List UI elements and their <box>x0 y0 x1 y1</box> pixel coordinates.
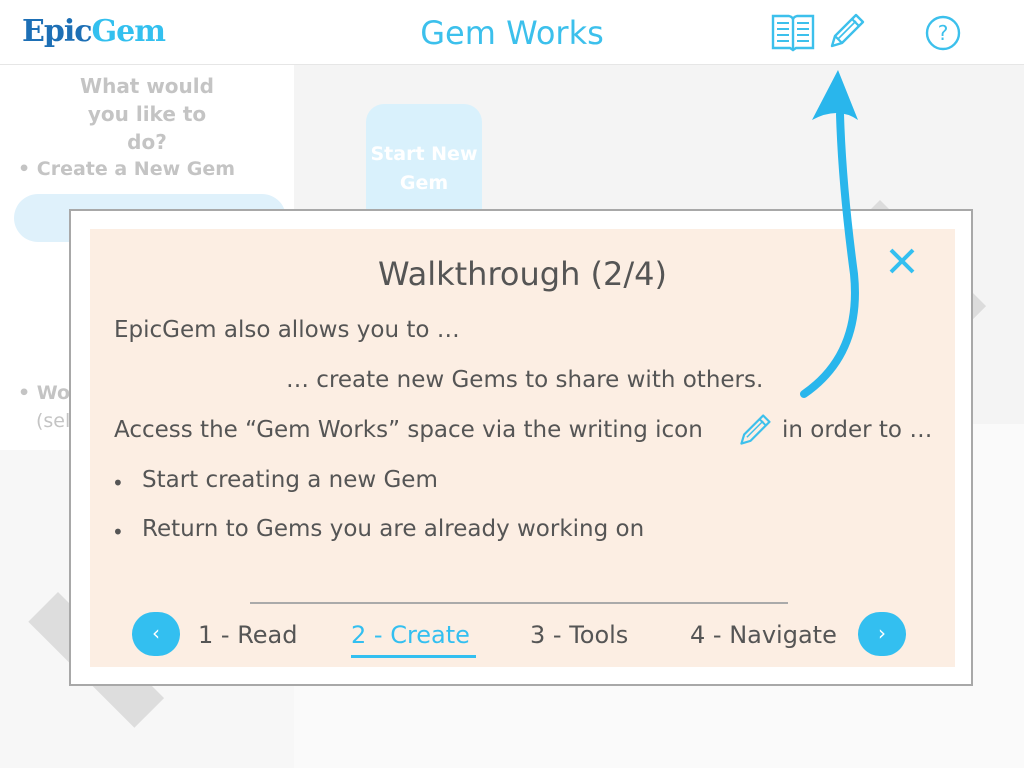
sidebar-item-create[interactable]: • Create a New Gem <box>18 158 235 180</box>
close-icon <box>889 248 915 274</box>
logo-text-gem: Gem <box>91 14 166 49</box>
access-text: Access the “Gem Works” space via the wri… <box>114 417 703 443</box>
bullet-return-to-gems: Return to Gems you are already working o… <box>142 516 645 542</box>
book-icon[interactable] <box>770 10 816 56</box>
step-navigate[interactable]: 4 - Navigate <box>690 621 837 649</box>
bullet-dot: • <box>112 520 124 544</box>
help-icon-glyph: ? <box>938 21 949 45</box>
sidebar-item-works[interactable]: • Wo <box>18 382 70 404</box>
help-icon[interactable]: ? <box>924 14 962 56</box>
next-button[interactable]: › <box>858 612 906 656</box>
step-read[interactable]: 1 - Read <box>198 621 298 649</box>
pencil-icon[interactable] <box>826 10 868 56</box>
logo-text-epic: Epic <box>22 14 93 49</box>
pointer-arrow <box>800 70 859 398</box>
bullet-dot: • <box>112 471 124 495</box>
prev-button[interactable]: ‹ <box>132 612 180 656</box>
bullet-start-creating: Start creating a new Gem <box>142 467 438 493</box>
inline-pencil-icon <box>736 411 774 453</box>
app-header: EpicGem Gem Works ? <box>0 0 1024 65</box>
nav-divider <box>250 602 788 604</box>
active-step-underline <box>351 655 476 658</box>
close-button[interactable] <box>886 245 918 277</box>
share-text: … create new Gems to share with others. <box>286 367 764 393</box>
epicgem-logo[interactable]: EpicGem <box>22 14 166 49</box>
sidebar-item-select-note: (sel <box>36 410 71 432</box>
step-tools[interactable]: 3 - Tools <box>530 621 628 649</box>
sidebar-question: What would you like to do? <box>80 74 214 154</box>
step-create[interactable]: 2 - Create <box>351 621 470 649</box>
intro-text: EpicGem also allows you to … <box>114 317 460 343</box>
access-after-text: in order to … <box>782 417 933 443</box>
